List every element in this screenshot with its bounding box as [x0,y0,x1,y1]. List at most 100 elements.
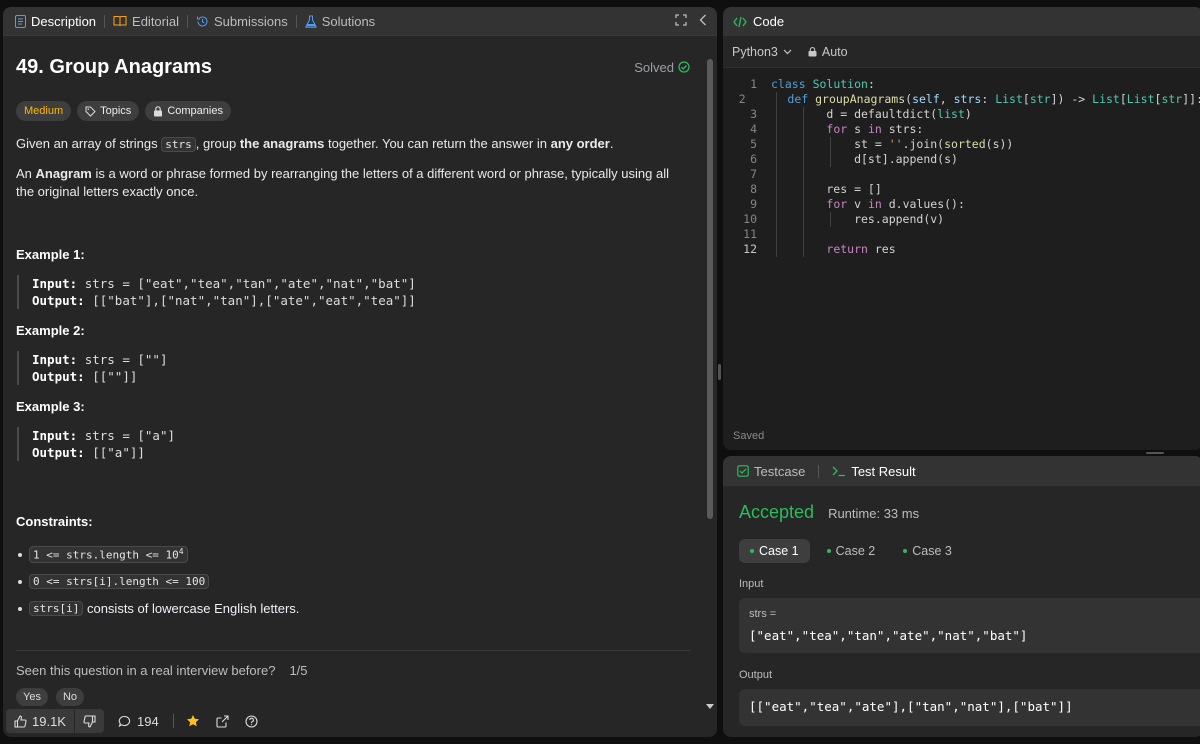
line-number: 10 [743,212,757,226]
action-bar: 19.1K 194 [6,709,258,733]
constraint-code-text: 1 <= strs.length <= 10 [33,548,179,562]
code-line[interactable]: 1 class Solution: [723,77,1200,92]
code-line[interactable]: 4 for s in strs: [723,122,1200,137]
input-label: Input: [32,276,78,291]
history-icon [197,15,208,26]
result-tabbar: Testcase Test Result [723,456,1200,486]
indent-guide [803,107,804,257]
external-link-icon [216,714,229,728]
code-line[interactable]: 6 d[st].append(s) [723,152,1200,167]
output-value: [[""]] [92,369,138,384]
line-number: 4 [750,122,757,136]
tab-submissions[interactable]: Submissions [192,14,292,29]
favorite-button[interactable] [186,714,200,728]
code-line[interactable]: 5 st = ''.join(sorted(s)) [723,137,1200,152]
line-number: 5 [750,137,757,151]
tab-label: Solutions [321,13,376,29]
tab-separator [104,14,106,28]
solved-label: Solved [634,59,674,75]
scrollbar-thumb[interactable] [707,59,713,519]
code-header: Code [723,7,1200,36]
tab-testcase[interactable]: Testcase [733,464,809,479]
lock-icon [154,105,163,116]
constraint-exponent: 4 [178,547,184,557]
case-tab-3[interactable]: Case 3 [892,539,963,563]
test-result-panel: Testcase Test Result Accepted Runtime: 3… [723,456,1200,737]
output-value: [["a"]] [92,445,145,460]
question-circle-icon [245,714,258,728]
no-button[interactable]: No [55,688,85,706]
vertical-resize-handle[interactable] [718,364,721,380]
interview-question-text: Seen this question in a real interview b… [16,663,276,678]
auto-mode-toggle[interactable]: Auto [808,45,848,59]
desc-text: An [16,166,36,181]
case-tab-2[interactable]: Case 2 [816,539,887,563]
comments-button[interactable]: 194 [118,714,159,729]
code-icon [733,16,747,27]
code-line[interactable]: 7 [723,167,1200,182]
check-circle-icon [678,61,690,73]
code-line[interactable]: 3 d = defaultdict(list) [723,107,1200,122]
indent-guide [830,137,831,167]
example-3: Example 3: Input: strs = ["a"] Output: [… [16,399,690,461]
tab-solutions[interactable]: Solutions [301,14,379,29]
like-count: 19.1K [32,713,66,729]
saved-status: Saved [733,430,765,442]
line-number: 7 [750,167,757,181]
problem-title[interactable]: 49. Group Anagrams [16,56,212,79]
constraint-item: 0 <= strs[i].length <= 100 [16,568,690,595]
code-text: res.append(v) [771,212,945,226]
left-scrollbar[interactable] [706,47,714,709]
example-block: Input: strs = [""] Output: [[""]] [17,351,690,385]
language-select[interactable]: Python3 [732,45,792,59]
horizontal-resize-handle[interactable] [1146,452,1164,454]
code-line[interactable]: 2 def groupAnagrams(self, strs: List[str… [723,92,1200,107]
yes-button[interactable]: Yes [16,688,48,706]
code-line[interactable]: 9 for v in d.values(): [723,197,1200,212]
pass-dot [903,549,908,553]
line-number: 11 [743,227,757,241]
code-text: def groupAnagrams(self, strs: List[str])… [787,92,1200,106]
code-text: for v in d.values(): [826,197,965,211]
code-line[interactable]: 8 res = [] [723,182,1200,197]
output-box: [["eat","tea","ate"],["tan","nat"],["bat… [739,689,1200,726]
solved-status: Solved [634,60,690,75]
example-1: Example 1: Input: strs = ["eat","tea","t… [16,247,690,309]
divider [16,650,691,651]
line-number: 8 [750,182,757,196]
problem-panel: Description Editorial Submissions Soluti… [3,7,717,737]
code-line[interactable]: 10 res.append(v) [723,212,1200,227]
case-label: Case 2 [835,544,876,558]
problem-content: 49. Group Anagrams Solved Medium Topics … [3,37,703,707]
help-button[interactable] [245,714,258,728]
case-tab-1[interactable]: Case 1 [739,539,810,563]
chevron-left-icon[interactable] [699,14,707,26]
input-value: ["eat","tea","tan","ate","nat","bat"] [749,628,1028,643]
output-label: Output: [32,369,85,384]
desc-bold: any order [550,136,610,151]
share-button[interactable] [216,714,229,728]
tab-editorial[interactable]: Editorial [109,14,183,29]
code-title: Code [753,14,785,29]
example-block: Input: strs = ["a"] Output: [["a"]] [17,427,690,461]
code-editor[interactable]: 1 class Solution: 2 def groupAnagrams(self… [723,68,1200,257]
code-line[interactable]: 11 [723,227,1200,242]
topics-button[interactable]: Topics [77,101,140,121]
code-line[interactable]: 12 return res [723,242,1200,257]
expand-icon[interactable] [675,14,687,26]
thumbs-up-icon [14,714,27,728]
dislike-button[interactable] [75,714,104,728]
tab-test-result[interactable]: Test Result [828,464,919,479]
input-box: strs = ["eat","tea","tan","ate","nat","b… [739,598,1200,653]
star-icon [186,715,199,727]
tab-description[interactable]: Description [11,14,100,29]
line-number: 12 [743,242,757,256]
tab-label: Testcase [754,463,806,479]
pass-dot [750,549,754,553]
flask-icon [305,15,317,28]
scroll-down-arrow[interactable] [706,704,714,709]
like-button[interactable]: 19.1K [6,714,74,729]
line-number: 3 [750,107,757,121]
companies-button[interactable]: Companies [145,101,231,121]
